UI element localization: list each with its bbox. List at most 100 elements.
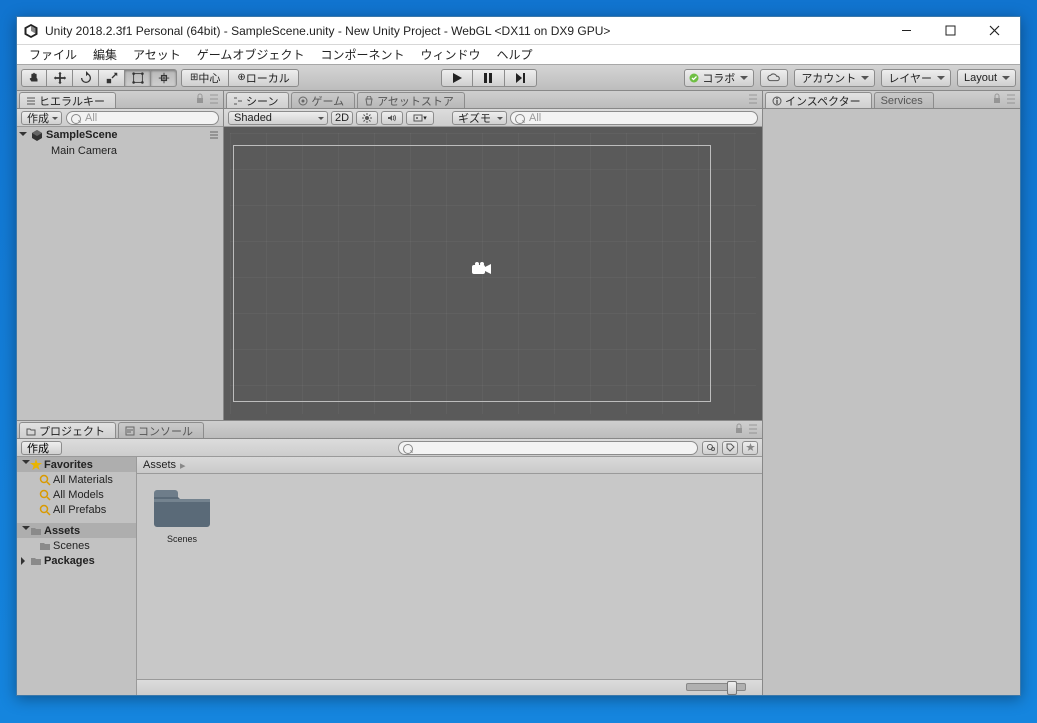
gizmos-dropdown[interactable]: ギズモ <box>452 111 507 125</box>
expand-icon[interactable] <box>22 460 30 468</box>
maximize-button[interactable] <box>928 18 972 44</box>
hierarchy-icon <box>26 96 36 106</box>
scene-row[interactable]: SampleScene <box>17 127 223 143</box>
camera-gizmo-icon[interactable] <box>472 262 492 276</box>
tab-inspector[interactable]: インスペクター <box>765 92 872 108</box>
menu-edit[interactable]: 編集 <box>85 44 125 65</box>
gameobject-name: Main Camera <box>51 145 117 157</box>
project-create-dropdown[interactable]: 作成 <box>21 441 62 455</box>
scene-menu-icon[interactable] <box>209 130 219 140</box>
filter-by-type-button[interactable] <box>702 441 718 455</box>
scale-tool[interactable] <box>99 69 125 87</box>
expand-icon[interactable] <box>22 526 30 534</box>
tab-project[interactable]: プロジェクト <box>19 422 116 438</box>
menu-help[interactable]: ヘルプ <box>488 44 540 65</box>
project-icon <box>26 426 36 436</box>
panel-menu-icon[interactable] <box>209 93 219 105</box>
project-tree[interactable]: Favorites All Materials All Models All P… <box>17 457 137 695</box>
lock-icon[interactable] <box>734 423 744 435</box>
step-button[interactable] <box>505 69 537 87</box>
breadcrumb-item[interactable]: Assets <box>143 459 176 471</box>
scene-viewport[interactable] <box>224 127 762 420</box>
asset-label: Scenes <box>167 534 197 544</box>
services-tab-label: Services <box>881 95 923 107</box>
shading-dropdown[interactable]: Shaded <box>228 111 328 125</box>
assets-scenes[interactable]: Scenes <box>17 538 136 553</box>
tab-scene[interactable]: シーン <box>226 92 289 108</box>
menu-assets[interactable]: アセット <box>125 44 189 65</box>
fx-dropdown[interactable]: ▾ <box>406 111 434 125</box>
check-icon <box>689 73 699 83</box>
create-dropdown[interactable]: 作成 <box>21 111 62 125</box>
star-icon <box>30 459 42 471</box>
hierarchy-body[interactable]: SampleScene Main Camera <box>17 127 223 420</box>
fav-all-prefabs[interactable]: All Prefabs <box>17 502 136 517</box>
fav-all-materials[interactable]: All Materials <box>17 472 136 487</box>
pivot-space-group: ⊞ 中心 ⊕ ローカル <box>181 69 299 87</box>
tab-console[interactable]: コンソール <box>118 422 204 438</box>
play-button[interactable] <box>441 69 473 87</box>
scene-search[interactable]: All <box>510 111 758 125</box>
cloud-button[interactable] <box>760 69 788 87</box>
scene-tabs: シーン ゲーム アセットストア <box>224 91 762 109</box>
layout-label: Layout <box>964 72 997 84</box>
menu-file[interactable]: ファイル <box>21 44 85 65</box>
collab-dropdown[interactable]: コラボ <box>684 69 754 87</box>
audio-toggle[interactable] <box>381 111 403 125</box>
lighting-toggle[interactable] <box>356 111 378 125</box>
rotate-tool[interactable] <box>73 69 99 87</box>
search-icon <box>39 489 51 501</box>
asset-grid[interactable]: Scenes <box>137 474 762 679</box>
tab-services[interactable]: Services <box>874 92 934 108</box>
breadcrumb[interactable]: Assets ▸ <box>137 457 762 474</box>
window-buttons <box>884 18 1016 44</box>
filter-by-label-button[interactable] <box>722 441 738 455</box>
account-label: アカウント <box>801 70 856 86</box>
account-dropdown[interactable]: アカウント <box>794 69 875 87</box>
menu-component[interactable]: コンポーネント <box>312 44 412 65</box>
menu-window[interactable]: ウィンドウ <box>412 44 488 65</box>
hierarchy-search[interactable]: All <box>66 111 219 125</box>
layers-dropdown[interactable]: レイヤー <box>881 69 951 87</box>
scene-name: SampleScene <box>46 129 118 141</box>
pause-button[interactable] <box>473 69 505 87</box>
assets-header[interactable]: Assets <box>17 523 136 538</box>
tab-assetstore[interactable]: アセットストア <box>357 92 465 108</box>
project-search[interactable] <box>398 441 698 455</box>
tab-hierarchy[interactable]: ヒエラルキー <box>19 92 116 108</box>
pivot-button[interactable]: ⊞ 中心 <box>181 69 229 87</box>
rect-tool[interactable] <box>125 69 151 87</box>
fav-all-models[interactable]: All Models <box>17 487 136 502</box>
favorites-header[interactable]: Favorites <box>17 457 136 472</box>
gameobject-row[interactable]: Main Camera <box>17 143 223 159</box>
hand-tool[interactable] <box>21 69 47 87</box>
panel-menu-icon[interactable] <box>748 423 758 435</box>
lock-icon[interactable] <box>992 93 1002 105</box>
save-search-button[interactable] <box>742 441 758 455</box>
inspector-tabs: インスペクター Services <box>763 91 1020 109</box>
panel-menu-icon[interactable] <box>1006 93 1016 105</box>
minimize-button[interactable] <box>884 18 928 44</box>
menu-gameobject[interactable]: ゲームオブジェクト <box>189 44 313 65</box>
thumbnail-size-slider[interactable] <box>686 683 746 691</box>
layout-dropdown[interactable]: Layout <box>957 69 1016 87</box>
slider-knob[interactable] <box>727 681 737 695</box>
unity-window: Unity 2018.2.3f1 Personal (64bit) - Samp… <box>16 16 1021 696</box>
expand-icon[interactable] <box>21 557 29 565</box>
folder-icon <box>30 555 42 567</box>
mode-2d[interactable]: 2D <box>331 111 353 125</box>
packages-header[interactable]: Packages <box>17 553 136 568</box>
close-button[interactable] <box>972 18 1016 44</box>
asset-item-scenes[interactable]: Scenes <box>147 484 217 544</box>
folder-label: Scenes <box>53 540 90 552</box>
expand-icon[interactable] <box>19 132 27 140</box>
transform-tool[interactable] <box>151 69 177 87</box>
lock-icon[interactable] <box>195 93 205 105</box>
space-button[interactable]: ⊕ ローカル <box>229 69 298 87</box>
tab-game[interactable]: ゲーム <box>291 92 355 108</box>
favorites-label: Favorites <box>44 459 93 471</box>
fav-label: All Materials <box>53 474 113 486</box>
move-tool[interactable] <box>47 69 73 87</box>
hierarchy-subrow: 作成 All <box>17 109 223 127</box>
panel-menu-icon[interactable] <box>748 93 758 105</box>
